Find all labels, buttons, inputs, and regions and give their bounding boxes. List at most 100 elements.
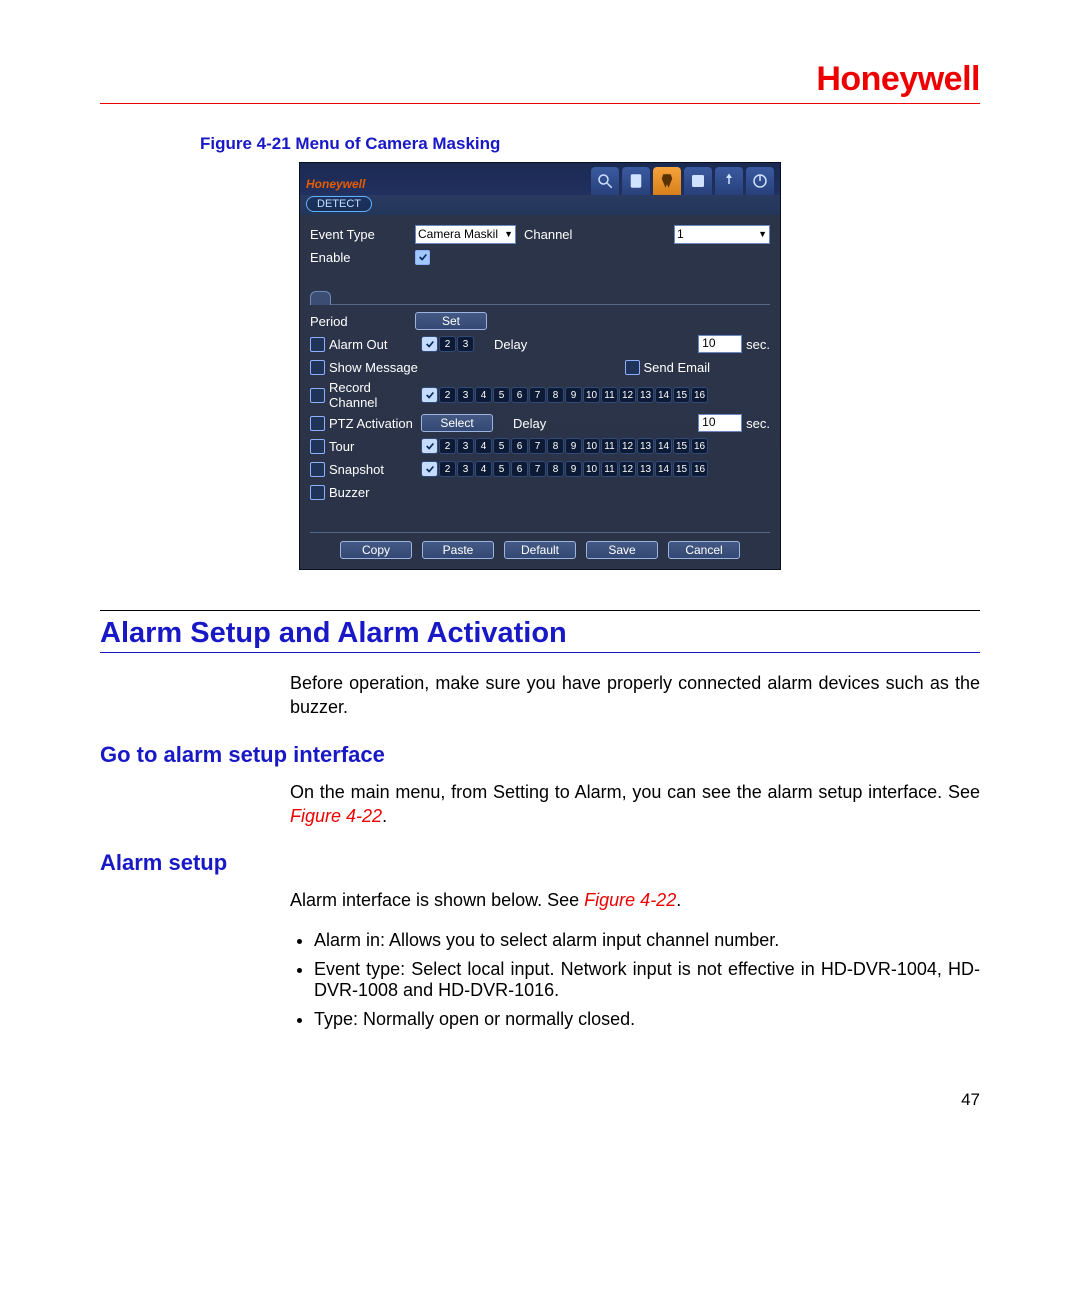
cancel-button[interactable]: Cancel (668, 541, 740, 559)
shutdown-tab-icon[interactable] (746, 167, 774, 195)
channel-toggle[interactable]: 11 (601, 438, 618, 454)
channel-toggle[interactable]: 8 (547, 387, 564, 403)
subsection-2-heading: Alarm setup (100, 850, 980, 876)
save-button[interactable]: Save (586, 541, 658, 559)
list-item: Event type: Select local input. Network … (314, 959, 980, 1001)
channel-toggle[interactable]: 3 (457, 438, 474, 454)
channel-toggle[interactable]: 10 (583, 387, 600, 403)
channel-toggle[interactable]: 9 (565, 387, 582, 403)
alarm-out-ch[interactable]: 3 (457, 336, 474, 352)
channel-toggle[interactable]: 8 (547, 438, 564, 454)
channel-toggle[interactable]: 16 (691, 461, 708, 477)
channel-toggle[interactable]: 15 (673, 438, 690, 454)
snapshot-channel-group: 2345678910111213141516 (421, 461, 708, 477)
channel-toggle[interactable]: 2 (439, 461, 456, 477)
section-heading: Alarm Setup and Alarm Activation (100, 617, 980, 650)
dvr-subtab-bar: DETECT (300, 195, 780, 215)
channel-toggle[interactable]: 6 (511, 438, 528, 454)
channel-toggle[interactable]: 13 (637, 438, 654, 454)
channel-toggle[interactable]: 9 (565, 461, 582, 477)
channel-toggle[interactable]: 6 (511, 387, 528, 403)
send-email-checkbox[interactable] (625, 360, 640, 375)
info-tab-icon[interactable] (622, 167, 650, 195)
figure-ref: Figure 4-22 (290, 806, 382, 826)
ptz-activation-checkbox[interactable] (310, 416, 325, 431)
channel-toggle[interactable]: 5 (493, 438, 510, 454)
advanced-tab-icon[interactable] (684, 167, 712, 195)
subsection-1-paragraph: On the main menu, from Setting to Alarm,… (290, 780, 980, 829)
channel-toggle[interactable]: 7 (529, 461, 546, 477)
channel-toggle[interactable]: 2 (439, 387, 456, 403)
show-message-checkbox[interactable] (310, 360, 325, 375)
snapshot-label: Snapshot (329, 462, 421, 477)
channel-toggle[interactable]: 16 (691, 438, 708, 454)
dvr-toolbar (591, 167, 774, 195)
channel-toggle[interactable]: 4 (475, 438, 492, 454)
channel-toggle[interactable]: 9 (565, 438, 582, 454)
period-set-button[interactable]: Set (415, 312, 487, 330)
dialog-button-row: Copy Paste Default Save Cancel (310, 532, 770, 559)
channel-toggle[interactable]: 15 (673, 387, 690, 403)
setting-tab-icon[interactable] (653, 167, 681, 195)
ptz-delay-input[interactable]: 10 (698, 414, 742, 432)
channel-toggle[interactable]: 12 (619, 387, 636, 403)
alarm-out-checkbox[interactable] (310, 337, 325, 352)
channel-toggle[interactable]: 4 (475, 461, 492, 477)
channel-toggle[interactable] (421, 438, 438, 454)
channel-toggle[interactable]: 3 (457, 387, 474, 403)
enable-label: Enable (310, 250, 415, 265)
tour-checkbox[interactable] (310, 439, 325, 454)
channel-toggle[interactable]: 3 (457, 461, 474, 477)
channel-toggle[interactable] (421, 461, 438, 477)
event-type-select[interactable]: Camera Maskil▼ (415, 225, 516, 244)
detect-tab[interactable]: DETECT (306, 196, 372, 212)
channel-toggle[interactable]: 16 (691, 387, 708, 403)
intro-paragraph: Before operation, make sure you have pro… (290, 671, 980, 720)
default-button[interactable]: Default (504, 541, 576, 559)
channel-toggle[interactable]: 13 (637, 387, 654, 403)
search-tab-icon[interactable] (591, 167, 619, 195)
dvr-body: Event Type Camera Maskil▼ Channel 1▼ Ena… (300, 215, 780, 569)
channel-toggle[interactable]: 10 (583, 461, 600, 477)
channel-toggle[interactable]: 6 (511, 461, 528, 477)
channel-toggle[interactable]: 2 (439, 438, 456, 454)
tour-label: Tour (329, 439, 421, 454)
sec-label-2: sec. (746, 416, 770, 431)
dvr-logo: Honeywell (306, 177, 365, 191)
channel-toggle[interactable] (421, 387, 438, 403)
dvr-window: Honeywell DETECT Event Type Camera Maski… (299, 162, 781, 570)
channel-toggle[interactable]: 14 (655, 387, 672, 403)
record-channel-checkbox[interactable] (310, 388, 325, 403)
channel-toggle[interactable]: 11 (601, 461, 618, 477)
alarm-out-ch[interactable]: 2 (439, 336, 456, 352)
channel-toggle[interactable]: 15 (673, 461, 690, 477)
dvr-titlebar: Honeywell (300, 163, 780, 195)
header-rule (100, 103, 980, 104)
channel-toggle[interactable]: 12 (619, 461, 636, 477)
backup-tab-icon[interactable] (715, 167, 743, 195)
channel-toggle[interactable]: 7 (529, 438, 546, 454)
delay-input[interactable]: 10 (698, 335, 742, 353)
channel-toggle[interactable]: 10 (583, 438, 600, 454)
channel-toggle[interactable]: 5 (493, 387, 510, 403)
copy-button[interactable]: Copy (340, 541, 412, 559)
ptz-select-button[interactable]: Select (421, 414, 493, 432)
channel-select[interactable]: 1▼ (674, 225, 770, 244)
figure-ref-2: Figure 4-22 (584, 890, 676, 910)
alarm-out-ch[interactable] (421, 336, 438, 352)
snapshot-checkbox[interactable] (310, 462, 325, 477)
enable-checkbox[interactable] (415, 250, 430, 265)
channel-toggle[interactable]: 11 (601, 387, 618, 403)
subsection-1-heading: Go to alarm setup interface (100, 742, 980, 768)
channel-toggle[interactable]: 13 (637, 461, 654, 477)
channel-toggle[interactable]: 12 (619, 438, 636, 454)
buzzer-checkbox[interactable] (310, 485, 325, 500)
list-item: Type: Normally open or normally closed. (314, 1009, 980, 1030)
channel-toggle[interactable]: 7 (529, 387, 546, 403)
channel-toggle[interactable]: 14 (655, 438, 672, 454)
channel-toggle[interactable]: 4 (475, 387, 492, 403)
paste-button[interactable]: Paste (422, 541, 494, 559)
channel-toggle[interactable]: 14 (655, 461, 672, 477)
channel-toggle[interactable]: 8 (547, 461, 564, 477)
channel-toggle[interactable]: 5 (493, 461, 510, 477)
